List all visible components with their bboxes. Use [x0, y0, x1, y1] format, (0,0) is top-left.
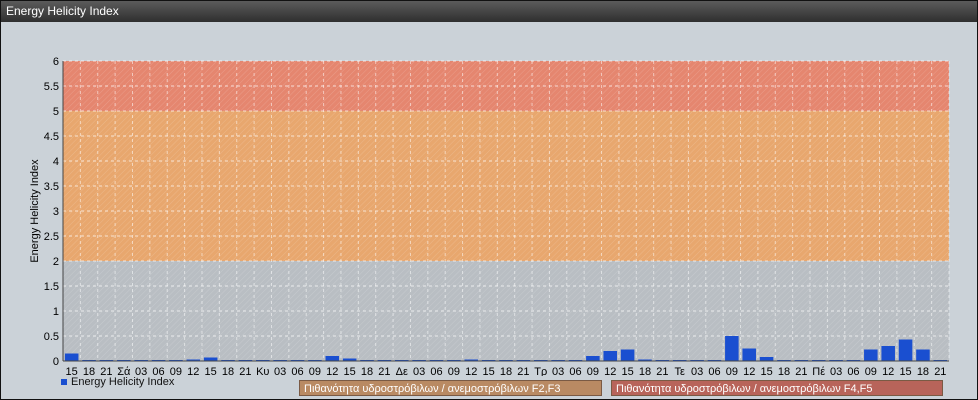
- y-axis-label: Energy Helicity Index: [29, 159, 41, 263]
- x-tick-label: Τε: [675, 366, 686, 376]
- y-tick-label: 0.5: [44, 331, 59, 343]
- x-tick-label: 09: [726, 366, 738, 376]
- x-tick-label: Σά: [117, 366, 131, 376]
- legend-swatch: [61, 379, 67, 385]
- x-tick-label: Κυ: [256, 366, 269, 376]
- x-tick-label: 15: [205, 366, 217, 376]
- x-tick-label: 06: [291, 366, 303, 376]
- x-tick-label: 12: [604, 366, 616, 376]
- y-tick-label: 5: [53, 106, 59, 118]
- probability-box-f2-f3: Πιθανότητα υδροστρόβιλων / ανεμοστρόβιλω…: [299, 380, 602, 396]
- bar[interactable]: [325, 356, 340, 361]
- bar[interactable]: [586, 356, 600, 361]
- x-tick-label: 09: [170, 366, 182, 376]
- x-tick-label: 21: [934, 366, 946, 376]
- x-tick-label: 15: [899, 366, 911, 376]
- x-tick-label: 12: [882, 366, 894, 376]
- x-tick-label: 21: [100, 366, 112, 376]
- ehi-chart: 0 0.5 1 1.5 2 2.5 3 3.5 4 4.5 5 5.5 6 15 18 21 Σά 03 06 09…: [29, 56, 950, 376]
- window-title: Energy Helicity Index: [6, 4, 119, 18]
- x-tick-label: 09: [448, 366, 460, 376]
- x-tick-label: 12: [465, 366, 477, 376]
- bar[interactable]: [916, 349, 930, 362]
- y-tick-label: 2.5: [44, 231, 59, 243]
- x-tick-label: 21: [378, 366, 390, 376]
- x-tick-label: 18: [361, 366, 373, 376]
- x-tick-label: 15: [66, 366, 78, 376]
- bar[interactable]: [203, 357, 218, 362]
- legend-label: Energy Helicity Index: [71, 376, 175, 388]
- bar[interactable]: [620, 349, 635, 362]
- window-title-bar: Energy Helicity Index: [1, 1, 977, 22]
- x-tick-label: Δε: [396, 366, 408, 376]
- bar[interactable]: [759, 357, 774, 361]
- y-tick-label: 6: [53, 56, 59, 68]
- bar[interactable]: [881, 346, 895, 361]
- y-tick-labels: 0 0.5 1 1.5 2 2.5 3 3.5 4 4.5 5 5.5 6: [44, 56, 59, 368]
- x-tick-label: 09: [587, 366, 599, 376]
- y-tick-label: 3.5: [44, 181, 59, 193]
- x-tick-label: 12: [743, 366, 755, 376]
- x-tick-label: 03: [135, 366, 147, 376]
- x-tick-label: 18: [778, 366, 790, 376]
- bar[interactable]: [725, 336, 739, 361]
- x-tick-label: 03: [552, 366, 564, 376]
- x-tick-label: 09: [865, 366, 877, 376]
- x-tick-label: 18: [917, 366, 929, 376]
- bar[interactable]: [898, 339, 913, 362]
- x-tick-label: 21: [239, 366, 251, 376]
- legend[interactable]: Energy Helicity Index: [61, 376, 174, 388]
- bar[interactable]: [742, 348, 756, 362]
- chart-window: Energy Helicity Index 0 0.5 1 1.5 2 2.5 3 3.5 4 4…: [0, 0, 978, 400]
- y-tick-label: 4: [53, 156, 59, 168]
- x-tick-label: 21: [656, 366, 668, 376]
- x-tick-label: 06: [708, 366, 720, 376]
- y-tick-label: 0: [53, 356, 59, 368]
- bar[interactable]: [603, 351, 618, 361]
- x-tick-label: 15: [621, 366, 633, 376]
- y-tick-label: 1: [53, 306, 59, 318]
- x-tick-label: 18: [639, 366, 651, 376]
- y-tick-label: 2: [53, 256, 59, 268]
- x-tick-label: 18: [83, 366, 95, 376]
- x-tick-label: 18: [222, 366, 234, 376]
- x-tick-labels: 15 18 21 Σά 03 06 09 12 15 18 21 Κυ 03 06 09 12 15 18 21 Δε…: [66, 366, 947, 376]
- x-tick-label: 09: [309, 366, 321, 376]
- x-tick-label: 03: [413, 366, 425, 376]
- bar[interactable]: [64, 353, 79, 362]
- y-tick-label: 4.5: [44, 131, 59, 143]
- bar[interactable]: [864, 349, 878, 362]
- x-tick-label: 06: [430, 366, 442, 376]
- x-tick-label: 03: [830, 366, 842, 376]
- x-tick-label: 15: [344, 366, 356, 376]
- x-tick-label: Πέ: [812, 366, 825, 376]
- x-tick-label: 15: [760, 366, 772, 376]
- y-tick-label: 3: [53, 206, 59, 218]
- x-tick-label: 21: [795, 366, 807, 376]
- probability-box-f4-f5: Πιθανότητα υδροστρόβιλων / ανεμοστρόβιλω…: [611, 380, 943, 396]
- x-tick-label: 06: [152, 366, 164, 376]
- x-tick-label: 06: [847, 366, 859, 376]
- x-tick-label: 18: [500, 366, 512, 376]
- x-tick-label: 15: [483, 366, 495, 376]
- x-tick-label: 12: [326, 366, 338, 376]
- y-tick-label: 5.5: [44, 81, 59, 93]
- x-tick-label: 03: [691, 366, 703, 376]
- y-tick-label: 1.5: [44, 281, 59, 293]
- x-tick-label: 21: [517, 366, 529, 376]
- x-tick-label: 12: [187, 366, 199, 376]
- x-tick-label: 06: [569, 366, 581, 376]
- x-tick-label: 03: [274, 366, 286, 376]
- x-tick-label: Τρ: [534, 366, 547, 376]
